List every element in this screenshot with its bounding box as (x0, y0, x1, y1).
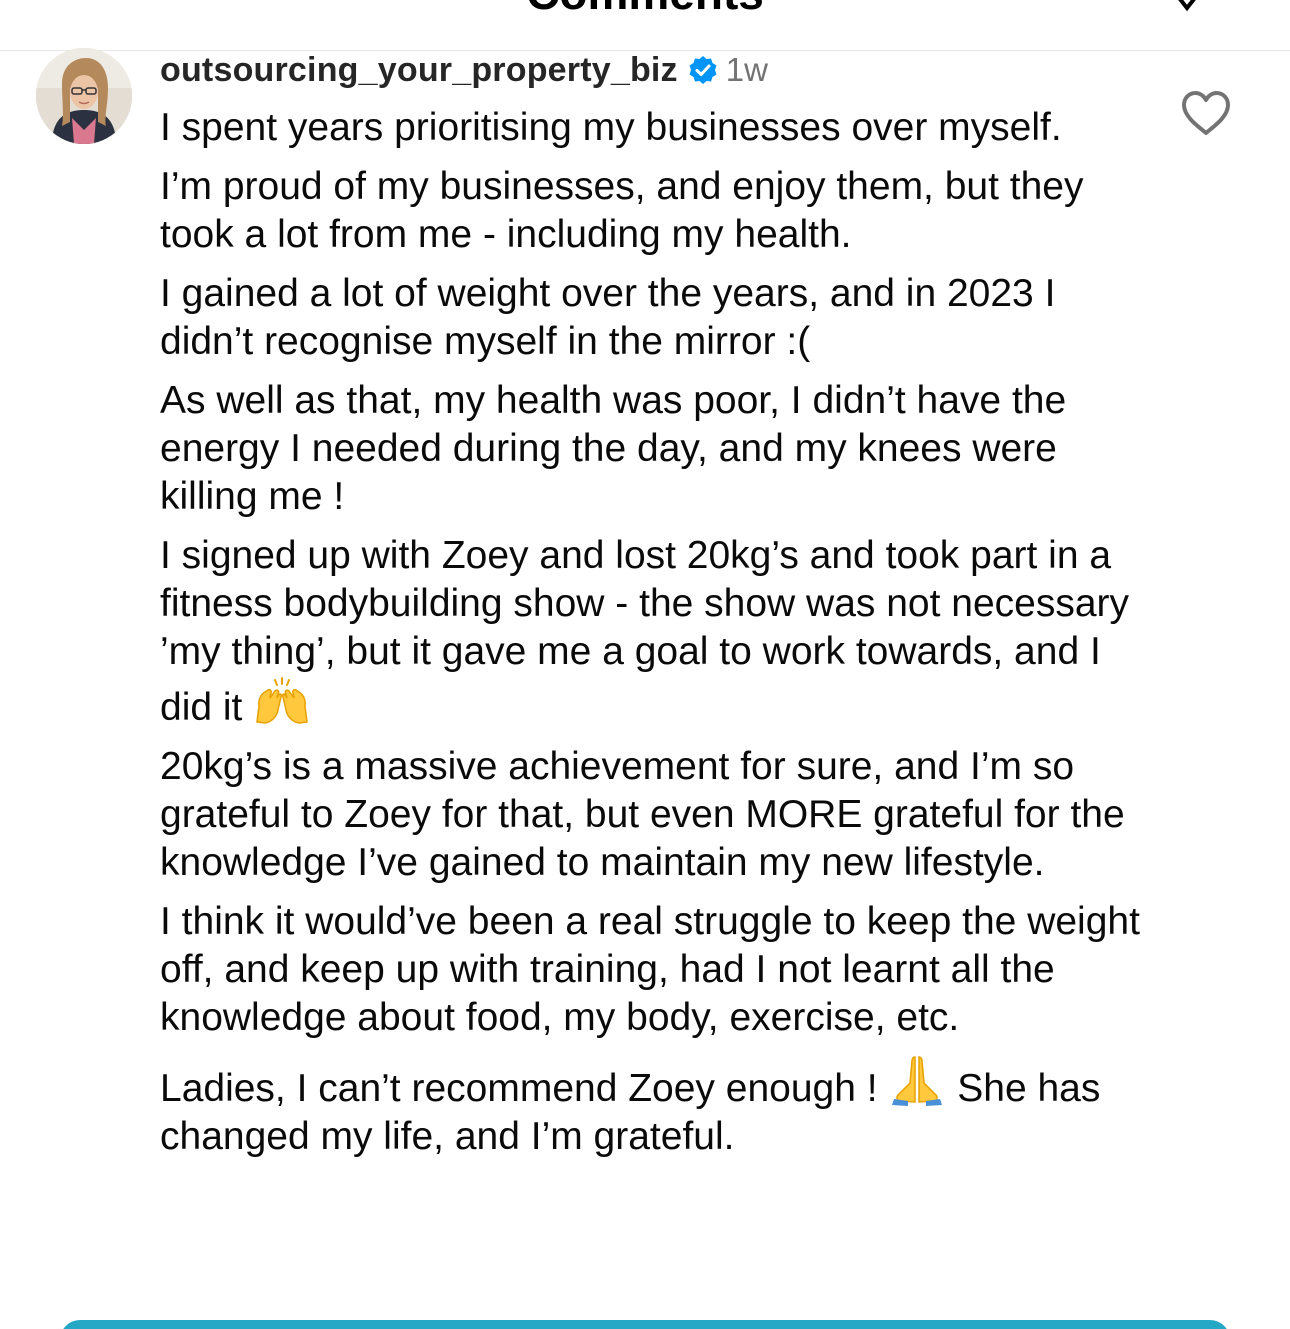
sheet-title: Comments (0, 0, 1290, 16)
comment-paragraph: I signed up with Zoey and lost 20kg’s an… (160, 532, 1140, 732)
comment-time: 1w (725, 51, 768, 88)
username[interactable]: outsourcing_your_property_biz (160, 51, 678, 90)
verified-badge-icon (689, 56, 717, 84)
raising-hands-emoji (256, 677, 309, 724)
avatar[interactable] (36, 48, 132, 144)
send-icon[interactable] (1172, 0, 1202, 18)
heart-outline-icon[interactable] (1180, 90, 1232, 136)
avatar-image (36, 48, 132, 144)
comment-paragraph: 20kg’s is a massive achievement for sure… (160, 745, 1125, 884)
comment-paragraph-text: Ladies, I can’t recommend Zoey enough ! (160, 1067, 878, 1110)
comment-text: I spent years prioritising my businesses… (160, 104, 1140, 1172)
comment-meta: outsourcing_your_property_biz 1w (160, 48, 768, 92)
comment-paragraph: I think it would’ve been a real struggle… (160, 900, 1140, 1039)
folded-hands-emoji (892, 1056, 943, 1106)
comment-paragraph: I spent years prioritising my businesses… (160, 106, 1062, 149)
input-bar[interactable] (60, 1320, 1230, 1329)
comment-paragraph: I’m proud of my businesses, and enjoy th… (160, 165, 1084, 256)
comments-sheet: Comments outsourcing_your_property_biz 1… (0, 0, 1290, 1329)
comment-paragraph: As well as that, my health was poor, I d… (160, 379, 1067, 518)
sheet-header: Comments (0, 0, 1290, 51)
comment-paragraph: Ladies, I can’t recommend Zoey enough ! … (160, 1053, 1140, 1161)
comment-paragraph: I gained a lot of weight over the years,… (160, 272, 1056, 363)
